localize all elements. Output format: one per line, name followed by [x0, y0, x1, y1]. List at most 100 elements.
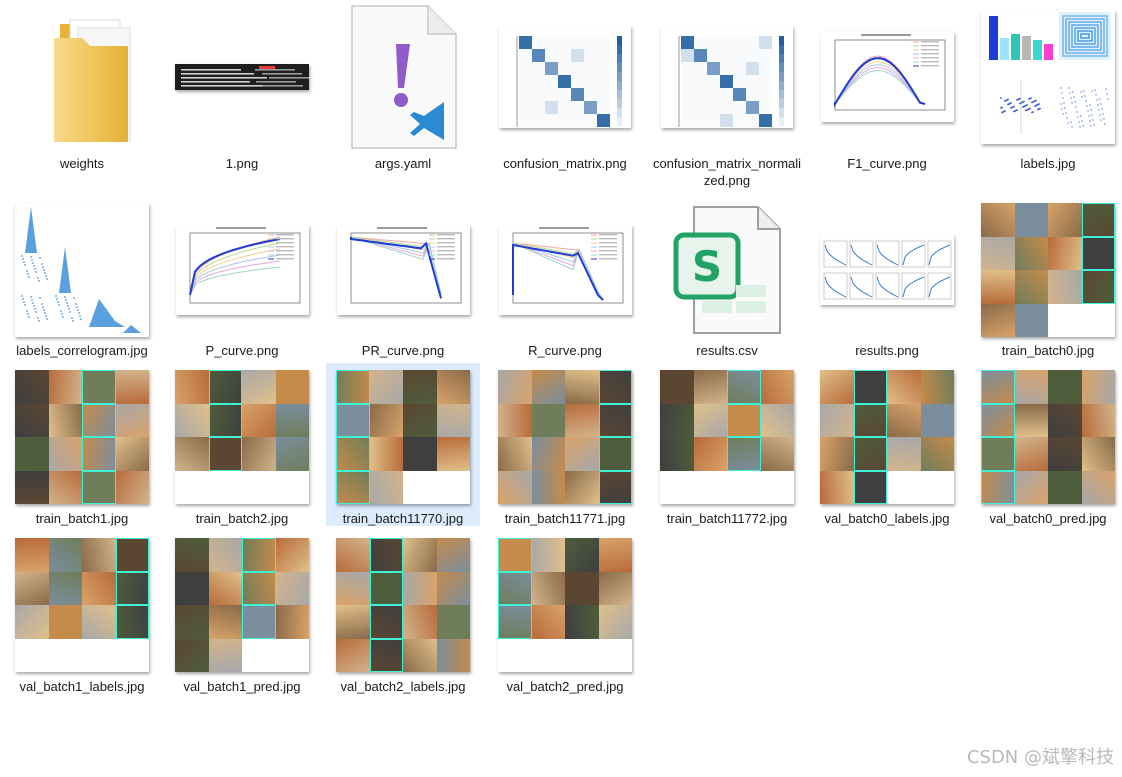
mosaic-tile	[48, 605, 82, 639]
file-item-p-curve-png[interactable]: P_curve.png	[165, 193, 319, 358]
mosaic-tile	[175, 403, 209, 437]
svg-text:S: S	[692, 242, 722, 291]
file-item-labels-correlogram-jpg[interactable]: labels_correlogram.jpg	[5, 193, 159, 358]
mosaic-tile	[115, 437, 149, 471]
mosaic-tile	[403, 605, 437, 639]
mosaic-tile	[15, 403, 49, 437]
mosaic-tile	[887, 370, 921, 404]
mosaic-tile	[15, 605, 49, 639]
mosaic-tile	[275, 538, 309, 572]
mosaic-tile	[369, 437, 403, 471]
mosaic-tile	[369, 638, 403, 672]
mosaic-tile	[242, 571, 276, 605]
file-item-confusion-matrix-png[interactable]: confusion_matrix.png	[488, 3, 642, 171]
file-item-val-batch1-pred-jpg[interactable]: val_batch1_pred.jpg	[165, 531, 319, 694]
mosaic-tile	[15, 470, 49, 504]
file-item-f1-curve-png[interactable]: F1_curve.png	[810, 3, 964, 171]
mosaic-tile	[275, 571, 309, 605]
mosaic-tile	[887, 437, 921, 471]
mosaic-tile	[115, 638, 149, 672]
mosaic-tile	[403, 538, 437, 572]
mosaic-tile	[242, 538, 276, 572]
mosaic-tile	[531, 470, 565, 504]
file-item-train-batch1-jpg[interactable]: train_batch1.jpg	[5, 363, 159, 526]
mosaic-tile	[336, 538, 370, 572]
mosaic-tile	[48, 403, 82, 437]
file-item-pr-curve-png[interactable]: PR_curve.png	[326, 193, 480, 358]
mosaic-tile	[175, 538, 209, 572]
mosaic-tile	[1081, 236, 1115, 270]
mosaic-tile	[981, 270, 1015, 304]
mosaic-tile	[82, 638, 116, 672]
file-name-label: train_batch1.jpg	[35, 511, 129, 526]
mosaic-tile	[336, 370, 370, 404]
mosaic-tile	[208, 437, 242, 471]
file-item-results-png[interactable]: results.png	[810, 193, 964, 358]
mosaic-tile	[660, 470, 694, 504]
file-item-train-batch0-jpg[interactable]: train_batch0.jpg	[971, 193, 1122, 358]
file-item-1-png[interactable]: 1.png	[165, 3, 319, 171]
file-name-label: results.csv	[696, 343, 758, 358]
mosaic-tile	[565, 370, 599, 404]
file-item-confusion-matrix-normalized-png[interactable]: confusion_matrix_normalized.png	[650, 3, 804, 188]
mosaic-tile	[598, 605, 632, 639]
file-item-labels-jpg[interactable]: labels.jpg	[971, 3, 1122, 171]
file-item-r-curve-png[interactable]: R_curve.png	[488, 193, 642, 358]
mosaic-tile	[887, 403, 921, 437]
mosaic-tile	[1081, 270, 1115, 304]
mosaic-tile	[369, 370, 403, 404]
mosaic-tile	[275, 638, 309, 672]
file-item-train-batch11772-jpg[interactable]: train_batch11772.jpg	[650, 363, 804, 526]
file-name-label: train_batch11771.jpg	[504, 511, 626, 526]
confusion-matrix-thumbnail	[488, 3, 642, 151]
file-item-args-yaml[interactable]: args.yaml	[326, 3, 480, 171]
file-item-val-batch2-pred-jpg[interactable]: val_batch2_pred.jpg	[488, 531, 642, 694]
mosaic-tile	[727, 403, 761, 437]
file-item-val-batch1-labels-jpg[interactable]: val_batch1_labels.jpg	[5, 531, 159, 694]
mosaic-tile	[403, 470, 437, 504]
mosaic-tile	[208, 638, 242, 672]
r-curve-thumbnail	[488, 196, 642, 344]
file-item-weights[interactable]: weights	[5, 3, 159, 171]
mosaic-tile	[531, 370, 565, 404]
labels-plot-thumbnail	[971, 3, 1122, 151]
mosaic-tile	[531, 571, 565, 605]
mosaic-tile	[1048, 470, 1082, 504]
mosaic-tile	[115, 403, 149, 437]
watermark: CSDN @斌擎科技	[966, 747, 1114, 768]
mosaic-tile	[693, 470, 727, 504]
mosaic-tile	[820, 370, 854, 404]
mosaic-tile	[887, 470, 921, 504]
file-name-label: weights	[59, 156, 105, 171]
mosaic-tile	[598, 403, 632, 437]
mosaic-tile	[436, 571, 470, 605]
mosaic-tile	[727, 370, 761, 404]
mosaic-tile	[981, 437, 1015, 471]
mosaic-tile	[275, 370, 309, 404]
mosaic-tile	[115, 370, 149, 404]
mosaic-tile	[660, 370, 694, 404]
mosaic-tile	[853, 437, 887, 471]
results-plots-thumbnail	[810, 196, 964, 344]
mosaic-tile	[531, 605, 565, 639]
mosaic-tile	[208, 403, 242, 437]
mosaic-tile	[853, 403, 887, 437]
confusion-matrix-thumbnail	[650, 3, 804, 151]
file-item-val-batch0-pred-jpg[interactable]: val_batch0_pred.jpg	[971, 363, 1122, 526]
mosaic-tile	[498, 605, 532, 639]
mosaic-tile	[1014, 370, 1048, 404]
file-item-train-batch11770-jpg[interactable]: train_batch11770.jpg	[326, 363, 480, 526]
mosaic-tile	[760, 370, 794, 404]
mosaic-tile	[369, 538, 403, 572]
file-item-val-batch2-labels-jpg[interactable]: val_batch2_labels.jpg	[326, 531, 480, 694]
mosaic-tile	[727, 437, 761, 471]
mosaic-tile	[598, 538, 632, 572]
file-item-results-csv[interactable]: S results.csv	[650, 193, 804, 358]
file-item-val-batch0-labels-jpg[interactable]: val_batch0_labels.jpg	[810, 363, 964, 526]
mosaic-tile	[403, 370, 437, 404]
mosaic-tile	[1014, 303, 1048, 337]
file-item-train-batch2-jpg[interactable]: train_batch2.jpg	[165, 363, 319, 526]
mosaic-tile	[920, 437, 954, 471]
file-item-train-batch11771-jpg[interactable]: train_batch11771.jpg	[488, 363, 642, 526]
mosaic-tile	[208, 538, 242, 572]
